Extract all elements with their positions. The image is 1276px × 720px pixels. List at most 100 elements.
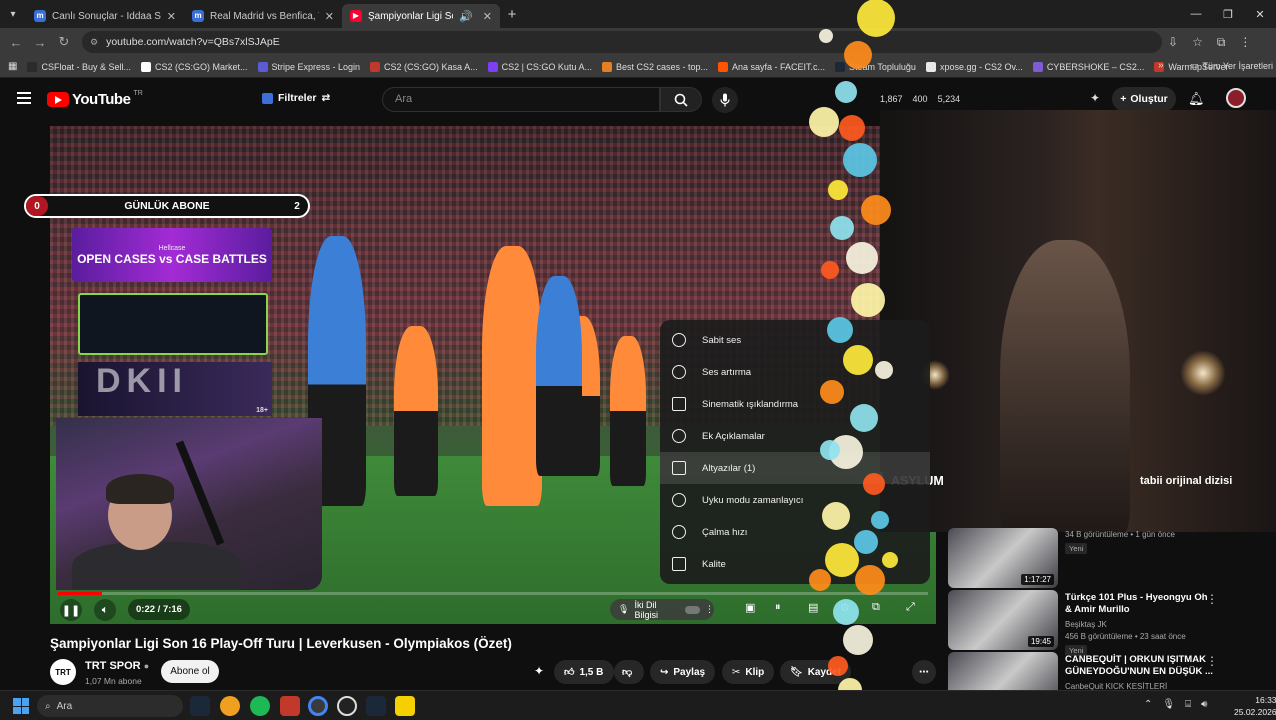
subtitles-icon[interactable]: ▤ <box>808 601 818 614</box>
youtube-logo[interactable]: YouTube TR <box>47 90 143 108</box>
settings-item[interactable]: Sinematik ışıklandırma <box>660 388 930 420</box>
channel-avatar[interactable]: TRT <box>50 659 76 685</box>
forward-icon[interactable]: → <box>28 35 52 50</box>
all-bookmarks-button[interactable]: ▭ Tüm Yer İşaretleri <box>1190 60 1273 71</box>
chevron-up-icon[interactable]: ⌃ <box>1144 699 1152 710</box>
network-icon[interactable]: ⌸ <box>1185 699 1191 710</box>
settings-item[interactable]: Uyku modu zamanlayıcı <box>660 484 930 516</box>
voice-search-button[interactable] <box>712 87 738 113</box>
progress-bar[interactable] <box>58 592 928 595</box>
system-tray: ⌃ 🎙︎ ⌸ 🔊︎ <box>1144 699 1207 710</box>
bookmark-item[interactable]: Ana sayfa - FACEIT.c... <box>718 61 825 72</box>
settings-item[interactable]: Ek Açıklamalar <box>660 420 930 452</box>
tab-audio-icon[interactable]: 🔊 <box>459 10 473 23</box>
clip-button[interactable]: ✂ Klip <box>722 660 775 684</box>
annotations-icon <box>672 429 686 443</box>
app-icon[interactable] <box>220 696 240 716</box>
more-actions-button[interactable]: ⋯ <box>912 660 936 684</box>
browser-tab-active[interactable]: ▶ Şampiyonlar Ligi Son 16 Pl... 🔊 ✕ <box>342 4 500 28</box>
toggle-switch[interactable] <box>684 605 700 614</box>
menu-icon[interactable]: ⋮ <box>1239 35 1251 50</box>
volume-button[interactable]: 🔈︎ <box>94 599 116 621</box>
filters-button[interactable]: Filtreler ⇄ <box>262 92 330 104</box>
recommendation-thumbnail[interactable]: 19:45 <box>948 590 1058 650</box>
recommendation-item[interactable]: 1:17:27 34 B görüntüleme • 1 gün önce Yeni <box>948 528 1276 588</box>
bookmark-item[interactable]: xpose.gg - CS2 Ov... <box>925 61 1023 72</box>
extension-icon[interactable]: ▣ <box>745 601 755 614</box>
browser-tab[interactable]: m Canlı Sonuçlar - İddaa Sonuçla... ✕ <box>26 4 184 28</box>
new-tab-button[interactable]: + <box>500 6 524 23</box>
share-button[interactable]: ↪ Paylaş <box>650 660 716 684</box>
recommendation-title[interactable]: Türkçe 101 Plus - Hyeongyu Oh & Amir Mur… <box>1065 592 1215 616</box>
extensions-icon[interactable]: ⧉ <box>1217 35 1226 50</box>
bookmark-item[interactable]: Best CS2 cases - top... <box>601 61 708 72</box>
apps-icon[interactable]: ▦ <box>8 61 17 72</box>
recommendation-title[interactable]: CANBEQUİT | ORKUN IŞITMAK GÜNEYDOĞU'NUN … <box>1065 654 1215 678</box>
account-avatar[interactable] <box>1226 88 1246 108</box>
subscribe-button[interactable]: Abone ol <box>161 660 219 683</box>
extension-icon[interactable]: ✦ <box>534 664 544 678</box>
tab-search-icon[interactable]: ▾ <box>0 0 26 28</box>
bookmark-item[interactable]: CYBERSHOKE – CS2... <box>1032 61 1144 72</box>
fullscreen-icon[interactable]: ⤢ <box>906 601 915 614</box>
recommendation-thumbnail[interactable]: 1:17:27 <box>948 528 1058 588</box>
browser-tab[interactable]: m Real Madrid vs Benfica, Takım F... ✕ <box>184 4 342 28</box>
recommendation-channel[interactable]: Beşiktaş JK <box>1065 620 1107 629</box>
torch-light <box>1180 350 1226 396</box>
settings-item[interactable]: Çalma hızı <box>660 516 930 548</box>
tab-close-icon[interactable]: ✕ <box>325 10 334 23</box>
bookmark-item[interactable]: CS2 (CS:GO) Kasa A... <box>370 61 478 72</box>
autoplay-icon[interactable]: ⏸︎ <box>775 601 781 614</box>
tab-close-icon[interactable]: ✕ <box>483 10 492 23</box>
bookmark-label: Best CS2 cases - top... <box>615 61 708 72</box>
taskbar-clock[interactable]: 16:33 25.02.2026 <box>1234 694 1276 718</box>
dubbing-toggle[interactable]: 🎙︎ İki Dil Bilgisi ⋮ <box>610 599 714 620</box>
star-icon[interactable]: ☆ <box>1192 35 1203 50</box>
steam-icon[interactable] <box>366 696 386 716</box>
bookmark-item[interactable]: Stripe Express - Login <box>257 61 360 72</box>
spotify-icon[interactable] <box>250 696 270 716</box>
more-icon[interactable]: ⋮ <box>1206 654 1218 668</box>
dislike-button[interactable]: 👎︎ <box>614 660 644 684</box>
chrome-icon[interactable] <box>308 696 328 716</box>
menu-icon[interactable] <box>17 92 31 104</box>
channel-name[interactable]: TRT SPOR ● <box>85 660 149 672</box>
more-icon[interactable]: ⋮ <box>1206 592 1218 606</box>
more-icon[interactable]: ⋮ <box>705 604 714 615</box>
miniplayer-icon[interactable]: ⧉ <box>872 601 880 614</box>
region-code: TR <box>133 90 143 97</box>
settings-item[interactable]: Sabit ses <box>660 324 930 356</box>
create-button[interactable]: + Oluştur <box>1112 87 1176 111</box>
extension-icon[interactable]: ✦ <box>1090 91 1100 105</box>
settings-item[interactable]: Altyazılar (1) <box>660 452 930 484</box>
more-bookmarks-icon[interactable]: » <box>1158 60 1164 71</box>
search-button[interactable] <box>660 87 702 112</box>
url-field[interactable]: ⚙ youtube.com/watch?v=QBs7xlSJApE <box>82 31 1162 53</box>
recommendation-item[interactable]: 19:45 Türkçe 101 Plus - Hyeongyu Oh & Ami… <box>948 590 1276 656</box>
steam-icon[interactable] <box>190 696 210 716</box>
tab-close-icon[interactable]: ✕ <box>167 10 176 23</box>
like-button[interactable]: 👍︎ 1,5 B <box>554 660 614 684</box>
reload-icon[interactable]: ↻ <box>52 34 76 50</box>
decorative-bubble <box>844 41 872 69</box>
start-icon[interactable] <box>13 698 29 714</box>
search-input[interactable]: Ara <box>382 87 660 112</box>
close-window-icon[interactable]: ✕ <box>1244 0 1276 28</box>
bookmark-item[interactable]: CSFloat - Buy & Sell... <box>27 61 131 72</box>
site-info-icon[interactable]: ⚙ <box>90 37 98 48</box>
notifications-icon[interactable]: 🔔︎ <box>1188 91 1205 107</box>
install-icon[interactable]: ⇩ <box>1168 35 1178 50</box>
bookmark-item[interactable]: CS2 (CS:GO) Market... <box>140 61 248 72</box>
pause-button[interactable]: ❚❚ <box>60 599 82 621</box>
tabii-promo-video[interactable] <box>880 110 1276 532</box>
minimize-icon[interactable]: — <box>1180 0 1212 28</box>
back-icon[interactable]: ← <box>4 35 28 50</box>
app-icon[interactable] <box>395 696 415 716</box>
shield-icon[interactable] <box>280 696 300 716</box>
taskbar-search[interactable]: ⌕ Ara <box>37 695 183 717</box>
obs-icon[interactable] <box>337 696 357 716</box>
restore-icon[interactable]: ❐ <box>1212 0 1244 28</box>
bookmark-item[interactable]: CS2 | CS:GO Kutu A... <box>487 61 592 72</box>
microphone-icon[interactable]: 🎙︎ <box>1162 699 1175 710</box>
speaker-icon[interactable]: 🔊︎ <box>1201 699 1207 710</box>
